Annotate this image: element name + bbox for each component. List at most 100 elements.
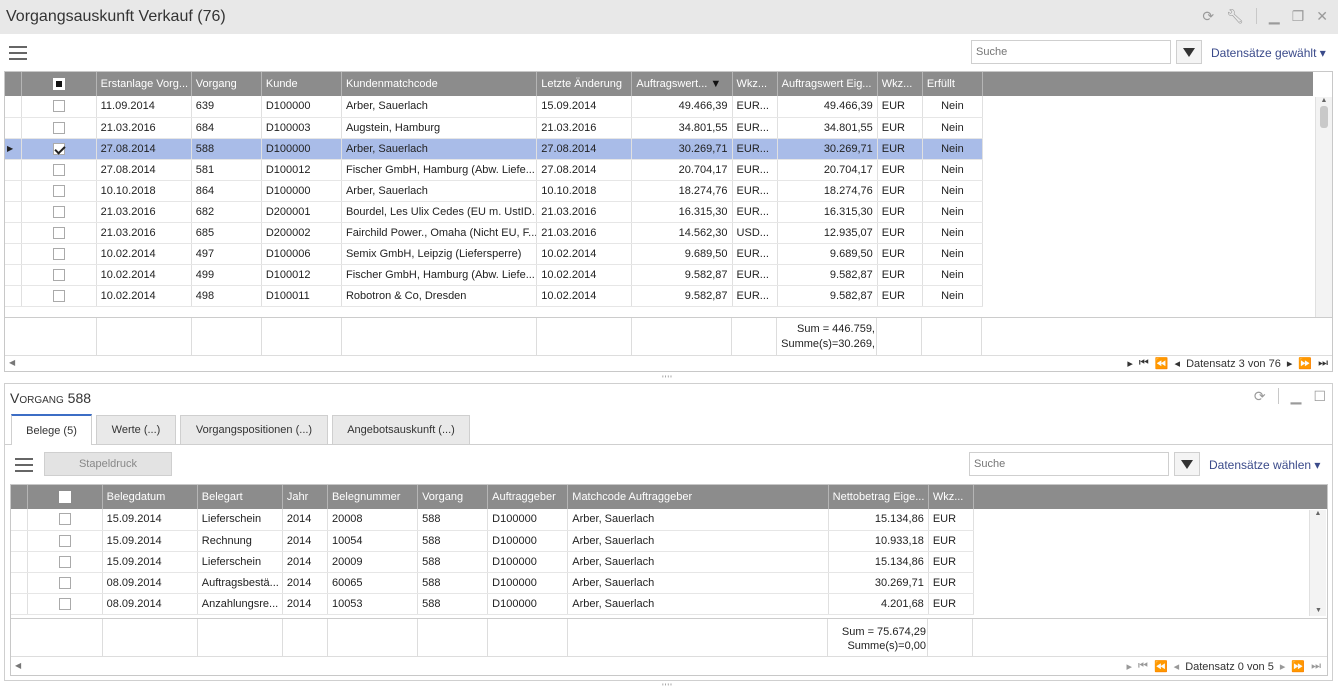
tab-werte[interactable]: Werte (...) [96, 415, 176, 445]
cell-auftragswert: 49.466,39 [631, 96, 733, 118]
row-indicator [5, 285, 22, 307]
first-page-icon[interactable]: ⏮ [1138, 660, 1148, 673]
col-erstanlage[interactable]: Erstanlage Vorg... [96, 72, 192, 96]
scroll-thumb[interactable] [1320, 106, 1328, 128]
hamburger-menu-icon[interactable] [15, 458, 33, 472]
col-letzte-aenderung[interactable]: Letzte Änderung [536, 72, 633, 96]
table-row[interactable]: 15.09.2014 Rechnung 2014 10054 588 D100000 Arb… [11, 530, 975, 552]
refresh-icon[interactable]: ⟳ [1202, 8, 1214, 25]
scroll-down-icon[interactable]: ▼ [1310, 607, 1327, 614]
wrench-icon[interactable]: 🔧︎ [1226, 8, 1244, 25]
row-checkbox[interactable] [21, 96, 97, 118]
prev-page-icon[interactable]: ⏪ [1154, 660, 1168, 673]
next-page-icon[interactable]: ▸ [1127, 357, 1133, 370]
prev-record-icon[interactable]: ◂ [1175, 357, 1181, 370]
prev-page-icon[interactable]: ⏪ [1155, 357, 1169, 370]
stapeldruck-button[interactable]: Stapeldruck [44, 452, 172, 476]
col-wkz2[interactable]: Wkz... [877, 72, 923, 96]
row-checkbox[interactable] [21, 201, 97, 223]
next-fast-icon[interactable]: ⏩ [1298, 357, 1312, 370]
bottom-vertical-scrollbar[interactable]: ▲ ▼ [1309, 510, 1326, 616]
search-input[interactable] [971, 40, 1171, 64]
maximize-icon[interactable]: ☐ [1313, 388, 1326, 405]
prev-record-icon[interactable]: ◂ [1174, 660, 1180, 673]
row-checkbox[interactable] [21, 264, 97, 286]
last-page-icon[interactable]: ⏭ [1311, 660, 1321, 673]
scroll-left-icon[interactable]: ◀ [9, 358, 15, 367]
first-page-icon[interactable]: ⏮ [1139, 357, 1149, 370]
tab-belege[interactable]: Belege (5) [11, 414, 92, 445]
table-row[interactable]: 21.03.2016 684 D100003 Augstein, Hamburg 21.… [5, 117, 984, 139]
search-input[interactable] [969, 452, 1169, 476]
table-row[interactable]: 11.09.2014 639 D100000 Arber, Sauerlach 15.0… [5, 96, 984, 118]
splitter-grip[interactable]: '''' [662, 682, 673, 692]
table-row[interactable]: ▶ 27.08.2014 588 D100000 Arber, Sauerlach 27.… [5, 138, 984, 160]
table-row[interactable]: 15.09.2014 Lieferschein 2014 20009 588 D10000… [11, 551, 975, 573]
scroll-left-icon[interactable]: ◀ [15, 661, 21, 670]
row-checkbox[interactable] [27, 509, 103, 531]
restore-icon[interactable]: ❐ [1292, 8, 1305, 25]
col-belegdatum[interactable]: Belegdatum [102, 485, 198, 509]
scroll-up-icon[interactable]: ▲ [1316, 97, 1332, 104]
records-selected-dropdown[interactable]: Datensätze gewählt ▾ [1211, 46, 1326, 60]
col-wkz[interactable]: Wkz... [732, 72, 778, 96]
records-select-dropdown[interactable]: Datensätze wählen ▾ [1209, 458, 1320, 472]
col-jahr[interactable]: Jahr [282, 485, 328, 509]
table-row[interactable]: 08.09.2014 Auftragsbestä... 2014 60065 588 D1… [11, 572, 975, 594]
table-row[interactable]: 10.02.2014 497 D100006 Semix GmbH, Leipzig … [5, 243, 984, 265]
cell-letzte-aenderung: 15.09.2014 [536, 96, 633, 118]
col-auftraggeber[interactable]: Auftraggeber [487, 485, 569, 509]
table-row[interactable]: 27.08.2014 581 D100012 Fischer GmbH, Hambur… [5, 159, 984, 181]
col-nettobetrag[interactable]: Nettobetrag Eige... [828, 485, 929, 509]
top-vertical-scrollbar[interactable]: ▲ [1315, 97, 1332, 317]
table-row[interactable]: 21.03.2016 685 D200002 Fairchild Power., Om… [5, 222, 984, 244]
table-row[interactable]: 15.09.2014 Lieferschein 2014 20008 588 D10000… [11, 509, 975, 531]
col-matchcode-auftraggeber[interactable]: Matchcode Auftraggeber [567, 485, 829, 509]
col-erfuellt[interactable]: Erfüllt [922, 72, 984, 96]
select-all-checkbox[interactable] [21, 72, 97, 96]
next-record-icon[interactable]: ▸ [1280, 660, 1286, 673]
col-wkz[interactable]: Wkz... [928, 485, 975, 509]
col-auftragswert[interactable]: Auftragswert... ▼ [631, 72, 733, 96]
hamburger-menu-icon[interactable] [9, 46, 27, 60]
col-auftragswert-eig[interactable]: Auftragswert Eig... [777, 72, 878, 96]
cell-vorgang: 588 [191, 138, 262, 160]
next-fast-icon[interactable]: ⏩ [1291, 660, 1305, 673]
tab-vorgangspositionen[interactable]: Vorgangspositionen (...) [180, 415, 328, 445]
col-kunde[interactable]: Kunde [261, 72, 342, 96]
next-page-icon[interactable]: ▸ [1127, 660, 1133, 673]
minimize-icon[interactable]: ▁ [1269, 8, 1280, 25]
scroll-up-icon[interactable]: ▲ [1310, 510, 1326, 517]
row-checkbox[interactable] [21, 159, 97, 181]
next-record-icon[interactable]: ▸ [1287, 357, 1293, 370]
table-row[interactable]: 10.10.2018 864 D100000 Arber, Sauerlach 10.1… [5, 180, 984, 202]
refresh-icon[interactable]: ⟳ [1254, 388, 1266, 405]
row-checkbox[interactable] [21, 138, 97, 160]
filter-dropdown-icon[interactable] [1176, 40, 1202, 64]
row-checkbox[interactable] [27, 593, 103, 615]
row-checkbox[interactable] [21, 243, 97, 265]
row-checkbox[interactable] [21, 222, 97, 244]
close-icon[interactable]: ✕ [1316, 8, 1328, 25]
tab-angebotsauskunft[interactable]: Angebotsauskunft (...) [332, 415, 470, 445]
table-row[interactable]: 10.02.2014 499 D100012 Fischer GmbH, Hambur… [5, 264, 984, 286]
minimize-icon[interactable]: ▁ [1291, 388, 1302, 405]
col-belegart[interactable]: Belegart [197, 485, 283, 509]
table-row[interactable]: 08.09.2014 Anzahlungsre... 2014 10053 588 D10… [11, 593, 975, 615]
filter-dropdown-icon[interactable] [1174, 452, 1200, 476]
col-vorgang[interactable]: Vorgang [417, 485, 489, 509]
row-checkbox[interactable] [27, 551, 103, 573]
row-checkbox[interactable] [21, 117, 97, 139]
row-checkbox[interactable] [27, 530, 103, 552]
row-checkbox[interactable] [21, 180, 97, 202]
select-all-checkbox[interactable] [27, 485, 103, 509]
col-belegnummer[interactable]: Belegnummer [327, 485, 419, 509]
table-row[interactable]: 10.02.2014 498 D100011 Robotron & Co, Dresd… [5, 285, 984, 307]
col-kundenmatchcode[interactable]: Kundenmatchcode [341, 72, 538, 96]
row-checkbox[interactable] [21, 285, 97, 307]
col-vorgang[interactable]: Vorgang [191, 72, 262, 96]
table-row[interactable]: 21.03.2016 682 D200001 Bourdel, Les Ulix Ce… [5, 201, 984, 223]
cell-letzte-aenderung: 10.02.2014 [536, 285, 633, 307]
row-checkbox[interactable] [27, 572, 103, 594]
last-page-icon[interactable]: ⏭ [1318, 357, 1328, 370]
